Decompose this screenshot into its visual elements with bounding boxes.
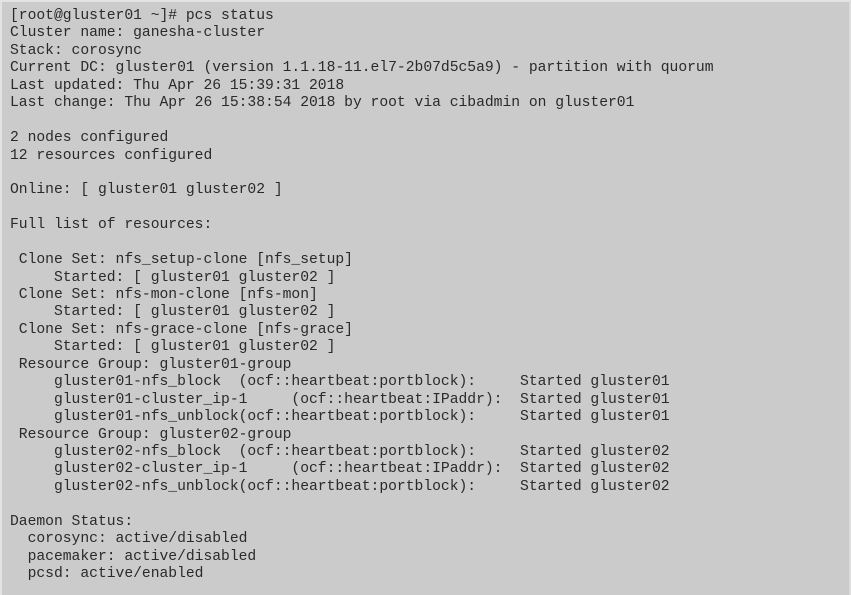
terminal-line: Started: [ gluster01 gluster02 ] (10, 304, 336, 321)
terminal-line: Full list of resources: (10, 217, 213, 234)
terminal-line: Stack: corosync (10, 42, 142, 59)
terminal-line: Resource Group: gluster02-group (10, 426, 292, 443)
terminal-line: Started: [ gluster01 gluster02 ] (10, 339, 336, 356)
terminal-line: Clone Set: nfs_setup-clone [nfs_setup] (10, 252, 353, 269)
terminal-line: Clone Set: nfs-grace-clone [nfs-grace] (10, 321, 353, 338)
terminal-line: gluster01-nfs_unblock(ocf::heartbeat:por… (10, 409, 670, 426)
terminal-line: gluster02-nfs_unblock(ocf::heartbeat:por… (10, 478, 670, 495)
terminal-line: Cluster name: ganesha-cluster (10, 25, 266, 42)
terminal-prompt-line: [root@gluster01 ~]# pcs status (10, 8, 274, 24)
terminal-line: gluster02-nfs_block (ocf::heartbeat:port… (10, 443, 670, 460)
terminal-line: Clone Set: nfs-mon-clone [nfs-mon] (10, 287, 318, 303)
terminal-line: Started: [ gluster01 gluster02 ] (10, 269, 336, 286)
terminal-line: Last change: Thu Apr 26 15:38:54 2018 by… (10, 95, 635, 112)
terminal-line: corosync: active/disabled (10, 531, 248, 548)
terminal-line: gluster01-nfs_block (ocf::heartbeat:port… (10, 374, 670, 391)
terminal-line: pacemaker: active/disabled (10, 548, 257, 565)
terminal-line: Last updated: Thu Apr 26 15:39:31 2018 (10, 77, 345, 94)
terminal-line: Daemon Status: (10, 513, 134, 530)
terminal-line: 12 resources configured (10, 147, 213, 164)
terminal-line: gluster01-cluster_ip-1 (ocf::heartbeat:I… (10, 391, 670, 408)
terminal-line: gluster02-cluster_ip-1 (ocf::heartbeat:I… (10, 461, 670, 478)
terminal-line: 2 nodes configured (10, 130, 169, 147)
terminal-output: [root@gluster01 ~]# pcs status Cluster na… (10, 8, 849, 583)
terminal-line: pcsd: active/enabled (10, 566, 204, 582)
terminal-line: Current DC: gluster01 (version 1.1.18-11… (10, 60, 714, 77)
terminal-line: Online: [ gluster01 gluster02 ] (10, 182, 283, 199)
terminal-line: Resource Group: gluster01-group (10, 356, 292, 373)
terminal-window[interactable]: [root@gluster01 ~]# pcs status Cluster na… (0, 0, 851, 595)
